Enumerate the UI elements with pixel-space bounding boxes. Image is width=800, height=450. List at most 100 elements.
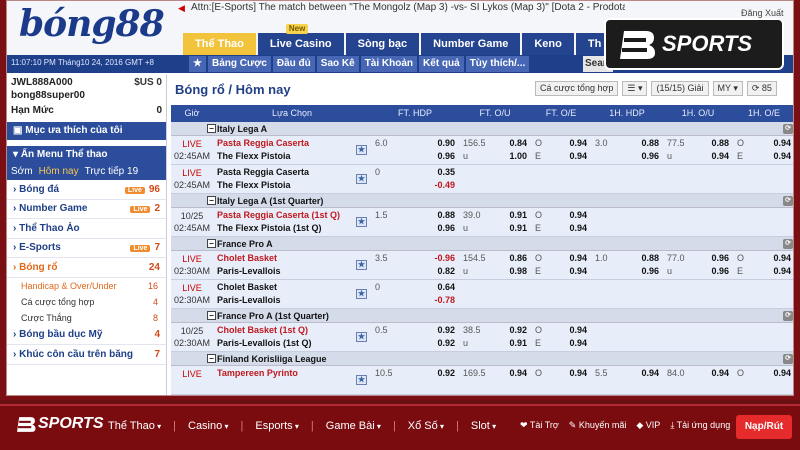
odds-value[interactable]: 0.96	[641, 265, 659, 278]
odds-value[interactable]: 0.92	[437, 367, 455, 380]
odds-value[interactable]: 0.88	[641, 137, 659, 150]
odds-value[interactable]: 0.91	[509, 337, 527, 350]
odds-value[interactable]: -0.49	[434, 179, 455, 192]
footer-menu-item[interactable]: Game Bài	[326, 420, 381, 432]
league-row[interactable]: − Italy Lega A (1st Quarter) ⟳	[171, 194, 793, 208]
nav-tab[interactable]: Number Game	[421, 33, 521, 55]
refresh-icon[interactable]: ⟳	[783, 311, 793, 321]
odds-value[interactable]: 0.94	[711, 367, 729, 380]
add-favorite-icon[interactable]: ★	[356, 260, 367, 270]
odds-value[interactable]: 0.94	[773, 265, 791, 278]
odds-value[interactable]: 0.98	[509, 265, 527, 278]
footer-link[interactable]: ⤓ Tải ứng dụng	[670, 420, 730, 431]
odds-value[interactable]: -0.96	[434, 252, 455, 265]
footer-link[interactable]: ◆ VIP	[636, 420, 660, 431]
footer-link[interactable]: ❤ Tài Trợ	[520, 420, 559, 431]
odds-value[interactable]: 0.94	[569, 209, 587, 222]
view-tool-button[interactable]: Cá cược tổng hợp	[535, 81, 619, 96]
odds-value[interactable]: 0.86	[509, 252, 527, 265]
odds-value[interactable]: 0.84	[509, 137, 527, 150]
refresh-icon[interactable]: ⟳	[783, 196, 793, 206]
nav-tab[interactable]: Live Casino New	[257, 24, 344, 55]
time-tab[interactable]: Sớm	[11, 166, 33, 178]
odds-value[interactable]: 0.94	[569, 265, 587, 278]
odds-value[interactable]: 0.94	[569, 337, 587, 350]
odds-value[interactable]: 0.91	[509, 209, 527, 222]
odds-value[interactable]: 0.94	[569, 367, 587, 380]
refresh-icon[interactable]: ⟳	[783, 124, 793, 134]
subnav-button[interactable]: Bảng Cược	[207, 56, 271, 72]
view-tool-button[interactable]: ⟳ 85	[746, 81, 777, 96]
logout-link[interactable]: Đăng Xuất	[741, 8, 784, 18]
collapse-toggle[interactable]: −	[207, 354, 216, 363]
add-favorite-icon[interactable]: ★	[356, 332, 367, 342]
add-favorite-icon[interactable]: ★	[356, 145, 367, 155]
odds-value[interactable]: 0.92	[437, 324, 455, 337]
subnav-button[interactable]: Tùy thích/...	[465, 56, 530, 72]
announcement-ticker[interactable]: ◀ Attn:[E-Sports] The match between "The …	[175, 1, 625, 17]
subnav-button[interactable]: Tài Khoản	[360, 56, 418, 72]
footer-logo[interactable]: SPORTS	[16, 415, 104, 433]
subnav-button[interactable]: Đầu đủ	[272, 56, 315, 72]
sidebar-subitem[interactable]: Cược Thắng 8	[7, 310, 166, 326]
odds-value[interactable]: 0.94	[773, 137, 791, 150]
view-tool-button[interactable]: (15/15) Giải	[651, 81, 709, 96]
sidebar-sport-item[interactable]: › Bóng đá Live 96	[7, 180, 166, 200]
footer-menu-item[interactable]: Thể Thao	[108, 420, 161, 432]
footer-menu-item[interactable]: Xổ Số	[408, 420, 444, 432]
odds-value[interactable]: 1.00	[509, 150, 527, 163]
odds-value[interactable]: 0.94	[569, 252, 587, 265]
odds-value[interactable]: 0.96	[711, 265, 729, 278]
odds-value[interactable]: 0.88	[437, 209, 455, 222]
collapse-toggle[interactable]: −	[207, 239, 216, 248]
add-favorite-icon[interactable]: ★	[356, 174, 367, 184]
odds-value[interactable]: 0.91	[509, 222, 527, 235]
footer-menu-item[interactable]: Esports	[255, 420, 299, 432]
favorite-star-button[interactable]: ★	[189, 56, 206, 72]
sidebar-subitem[interactable]: Cá cược tổng hợp 4	[7, 294, 166, 310]
collapse-toggle[interactable]: −	[207, 124, 216, 133]
footer-menu-item[interactable]: Slot	[471, 420, 496, 432]
league-row[interactable]: − Italy Lega A ⟳	[171, 122, 793, 136]
odds-value[interactable]: 0.94	[569, 137, 587, 150]
odds-value[interactable]: 0.94	[509, 367, 527, 380]
odds-value[interactable]: 0.90	[437, 137, 455, 150]
sidebar-subitem[interactable]: Handicap & Over/Under 16	[7, 278, 166, 294]
odds-value[interactable]: 0.92	[437, 337, 455, 350]
sidebar-sport-item[interactable]: › E-Sports Live 7	[7, 239, 166, 258]
deposit-withdraw-button[interactable]: Nạp/Rút	[736, 415, 792, 439]
odds-value[interactable]: 0.94	[773, 150, 791, 163]
odds-value[interactable]: 0.88	[711, 137, 729, 150]
odds-value[interactable]: 0.96	[641, 150, 659, 163]
add-favorite-icon[interactable]: ★	[356, 217, 367, 227]
collapse-toggle[interactable]: −	[207, 196, 216, 205]
odds-value[interactable]: -0.78	[434, 294, 455, 307]
refresh-icon[interactable]: ⟳	[783, 354, 793, 364]
sidebar-sport-item[interactable]: › Number Game Live 2	[7, 200, 166, 219]
favorites-link[interactable]: ▣ Mục ưa thích của tôi	[7, 122, 166, 140]
nav-tab[interactable]: Sòng bạc	[345, 33, 420, 55]
odds-value[interactable]: 0.94	[773, 252, 791, 265]
odds-value[interactable]: 0.92	[509, 324, 527, 337]
add-favorite-icon[interactable]: ★	[356, 375, 367, 385]
sidebar-sport-item[interactable]: › Bóng bầu dục Mỹ 4	[7, 326, 166, 345]
odds-value[interactable]: 0.96	[711, 252, 729, 265]
odds-value[interactable]: 0.94	[569, 222, 587, 235]
odds-value[interactable]: 0.88	[641, 252, 659, 265]
time-tab[interactable]: Trực tiếp 19	[85, 166, 139, 178]
league-row[interactable]: − Finland Korisliiga League ⟳	[171, 352, 793, 366]
view-tool-button[interactable]: MY ▾	[712, 81, 743, 96]
odds-value[interactable]: 0.96	[437, 150, 455, 163]
sidebar-sport-item[interactable]: › Thể Thao Ảo	[7, 219, 166, 239]
league-row[interactable]: − France Pro A ⟳	[171, 237, 793, 251]
footer-menu-item[interactable]: Casino	[188, 420, 229, 432]
sidebar-sport-item[interactable]: › Bóng rổ 24	[7, 258, 166, 278]
odds-value[interactable]: 0.94	[773, 367, 791, 380]
odds-value[interactable]: 0.94	[711, 150, 729, 163]
subnav-button[interactable]: Kết quả	[419, 56, 464, 72]
nav-tab[interactable]: Thể Thao	[183, 33, 256, 55]
nav-tab[interactable]: Keno	[522, 33, 574, 55]
odds-value[interactable]: 0.64	[434, 281, 455, 294]
time-tab[interactable]: Hôm nay	[39, 166, 79, 178]
odds-value[interactable]: 0.94	[641, 367, 659, 380]
